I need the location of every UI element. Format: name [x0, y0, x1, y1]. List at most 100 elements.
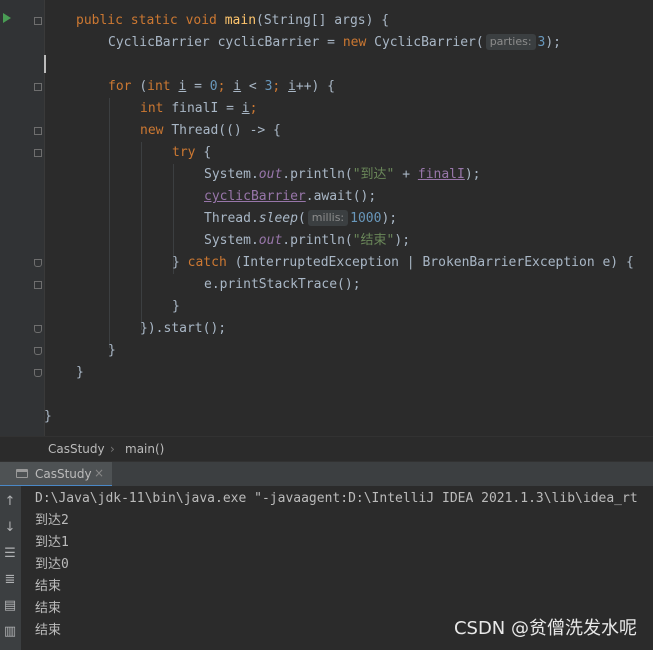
run-tab[interactable]: CasStudy × — [0, 462, 112, 487]
code-line[interactable]: new Thread(() -> { — [140, 120, 281, 142]
code-token: try — [172, 145, 204, 160]
code-line[interactable]: int finalI = i; — [140, 98, 257, 120]
run-tab-label: CasStudy — [35, 467, 92, 481]
code-token: 1000 — [350, 211, 382, 226]
print-icon[interactable]: ▤ — [2, 598, 18, 614]
fold-marker-icon[interactable] — [34, 369, 42, 377]
indent-guide — [141, 142, 142, 330]
code-token: int — [140, 101, 172, 116]
code-token: ); — [464, 167, 481, 182]
code-token: { — [203, 145, 212, 160]
close-icon[interactable]: × — [94, 466, 104, 480]
code-token: } — [76, 365, 84, 380]
code-line[interactable]: System.out.println("到达" + finalI); — [204, 164, 481, 186]
run-gutter-icon[interactable] — [3, 13, 11, 23]
code-token: finalI — [417, 167, 465, 182]
watermark: CSDN @贫僧洗发水呢 — [453, 618, 637, 639]
code-token: ++) { — [295, 79, 336, 94]
code-token: catch — [187, 255, 235, 270]
code-token: sleep — [258, 211, 298, 226]
arrow-up-icon[interactable]: ↑ — [2, 494, 18, 510]
code-token: ; — [272, 79, 289, 94]
code-token: int — [147, 79, 179, 94]
trash-icon[interactable]: ▥ — [2, 624, 18, 640]
run-panel-header: CasStudy × — [0, 461, 653, 487]
code-token: }).start(); — [140, 321, 227, 336]
code-line[interactable]: CyclicBarrier cyclicBarrier = new Cyclic… — [108, 32, 561, 54]
code-token: 0 — [209, 79, 218, 94]
code-line[interactable]: public static void main(String[] args) { — [76, 10, 389, 32]
code-token: Thread. — [204, 211, 259, 226]
code-line[interactable]: }).start(); — [140, 318, 226, 340]
code-token: } — [172, 299, 180, 314]
code-token: .await(); — [305, 189, 377, 204]
code-token: .println( — [282, 167, 353, 182]
breadcrumb-method[interactable]: main() — [125, 442, 164, 456]
code-line[interactable]: } — [44, 406, 52, 428]
code-token: finalI = — [171, 101, 242, 116]
code-line[interactable]: for (int i = 0; i < 3; i++) { — [108, 76, 335, 98]
code-token: public static void — [76, 13, 225, 28]
fold-marker-icon[interactable] — [34, 347, 42, 355]
code-token: Thread(() -> { — [171, 123, 281, 138]
code-line[interactable]: try { — [172, 142, 211, 164]
code-token: i — [241, 101, 250, 116]
code-token: out — [258, 233, 283, 248]
code-token: new — [342, 35, 375, 50]
breadcrumb-separator-icon: › — [110, 442, 115, 456]
console-line: 到达1 — [35, 535, 69, 550]
console-toolbar: ↑ ↓ ☰ ≣ ▤ ▥ — [0, 486, 21, 650]
fold-marker-icon[interactable] — [34, 259, 42, 267]
console-line: 到达0 — [35, 557, 69, 572]
code-token: out — [258, 167, 283, 182]
code-token: (InterruptedException | BrokenBarrierExc… — [234, 255, 634, 270]
code-token: "到达" — [352, 167, 395, 182]
code-token: = — [186, 79, 210, 94]
code-line[interactable]: cyclicBarrier.await(); — [204, 186, 376, 208]
console-line: D:\Java\jdk-11\bin\java.exe "-javaagent:… — [35, 491, 638, 506]
code-token: e.printStackTrace(); — [204, 277, 361, 292]
code-token: ); — [381, 211, 398, 226]
code-line[interactable]: } — [172, 296, 180, 318]
code-token: ( — [297, 211, 306, 226]
indent-guide — [109, 98, 110, 348]
code-line[interactable]: } catch (InterruptedException | BrokenBa… — [172, 252, 634, 274]
fold-marker-icon[interactable] — [34, 83, 42, 91]
code-line[interactable]: System.out.println("结束"); — [204, 230, 410, 252]
code-line[interactable]: Thread.sleep(millis: 1000); — [204, 208, 397, 230]
code-token: i — [288, 79, 296, 94]
fold-marker-icon[interactable] — [34, 281, 42, 289]
code-token: ( — [139, 79, 148, 94]
arrow-down-icon[interactable]: ↓ — [2, 520, 18, 536]
code-token: ; — [217, 79, 234, 94]
code-token: System. — [204, 233, 259, 248]
breadcrumb-class[interactable]: CasStudy — [48, 442, 105, 456]
console-line: 结束 — [35, 579, 62, 594]
code-token: CyclicBarrier cyclicBarrier = — [108, 35, 343, 50]
code-token: i — [233, 79, 242, 94]
fold-marker-icon[interactable] — [34, 149, 42, 157]
code-token: (String[] args) { — [256, 13, 390, 28]
fold-marker-icon[interactable] — [34, 17, 42, 25]
code-token: ); — [545, 35, 562, 50]
code-line[interactable]: } — [108, 340, 116, 362]
soft-wrap-icon[interactable]: ☰ — [2, 546, 18, 562]
code-token: } — [44, 409, 52, 424]
parameter-hint: millis: — [307, 210, 349, 226]
code-token: } — [172, 255, 188, 270]
console-line: 结束 — [35, 623, 62, 638]
scroll-to-end-icon[interactable]: ≣ — [2, 572, 18, 588]
breadcrumb: CasStudy › main() — [0, 436, 653, 462]
code-token: } — [108, 343, 116, 358]
console-tab-icon — [16, 469, 28, 478]
fold-marker-icon[interactable] — [34, 127, 42, 135]
code-editor[interactable]: public static void main(String[] args) {… — [0, 0, 653, 436]
code-token: cyclicBarrier — [204, 189, 306, 204]
code-token: new — [140, 123, 172, 138]
code-token: ; — [249, 101, 258, 116]
fold-marker-icon[interactable] — [34, 325, 42, 333]
code-token: CyclicBarrier( — [374, 35, 484, 50]
code-token: main — [224, 13, 257, 28]
code-line[interactable]: e.printStackTrace(); — [204, 274, 361, 296]
code-line[interactable]: } — [76, 362, 84, 384]
